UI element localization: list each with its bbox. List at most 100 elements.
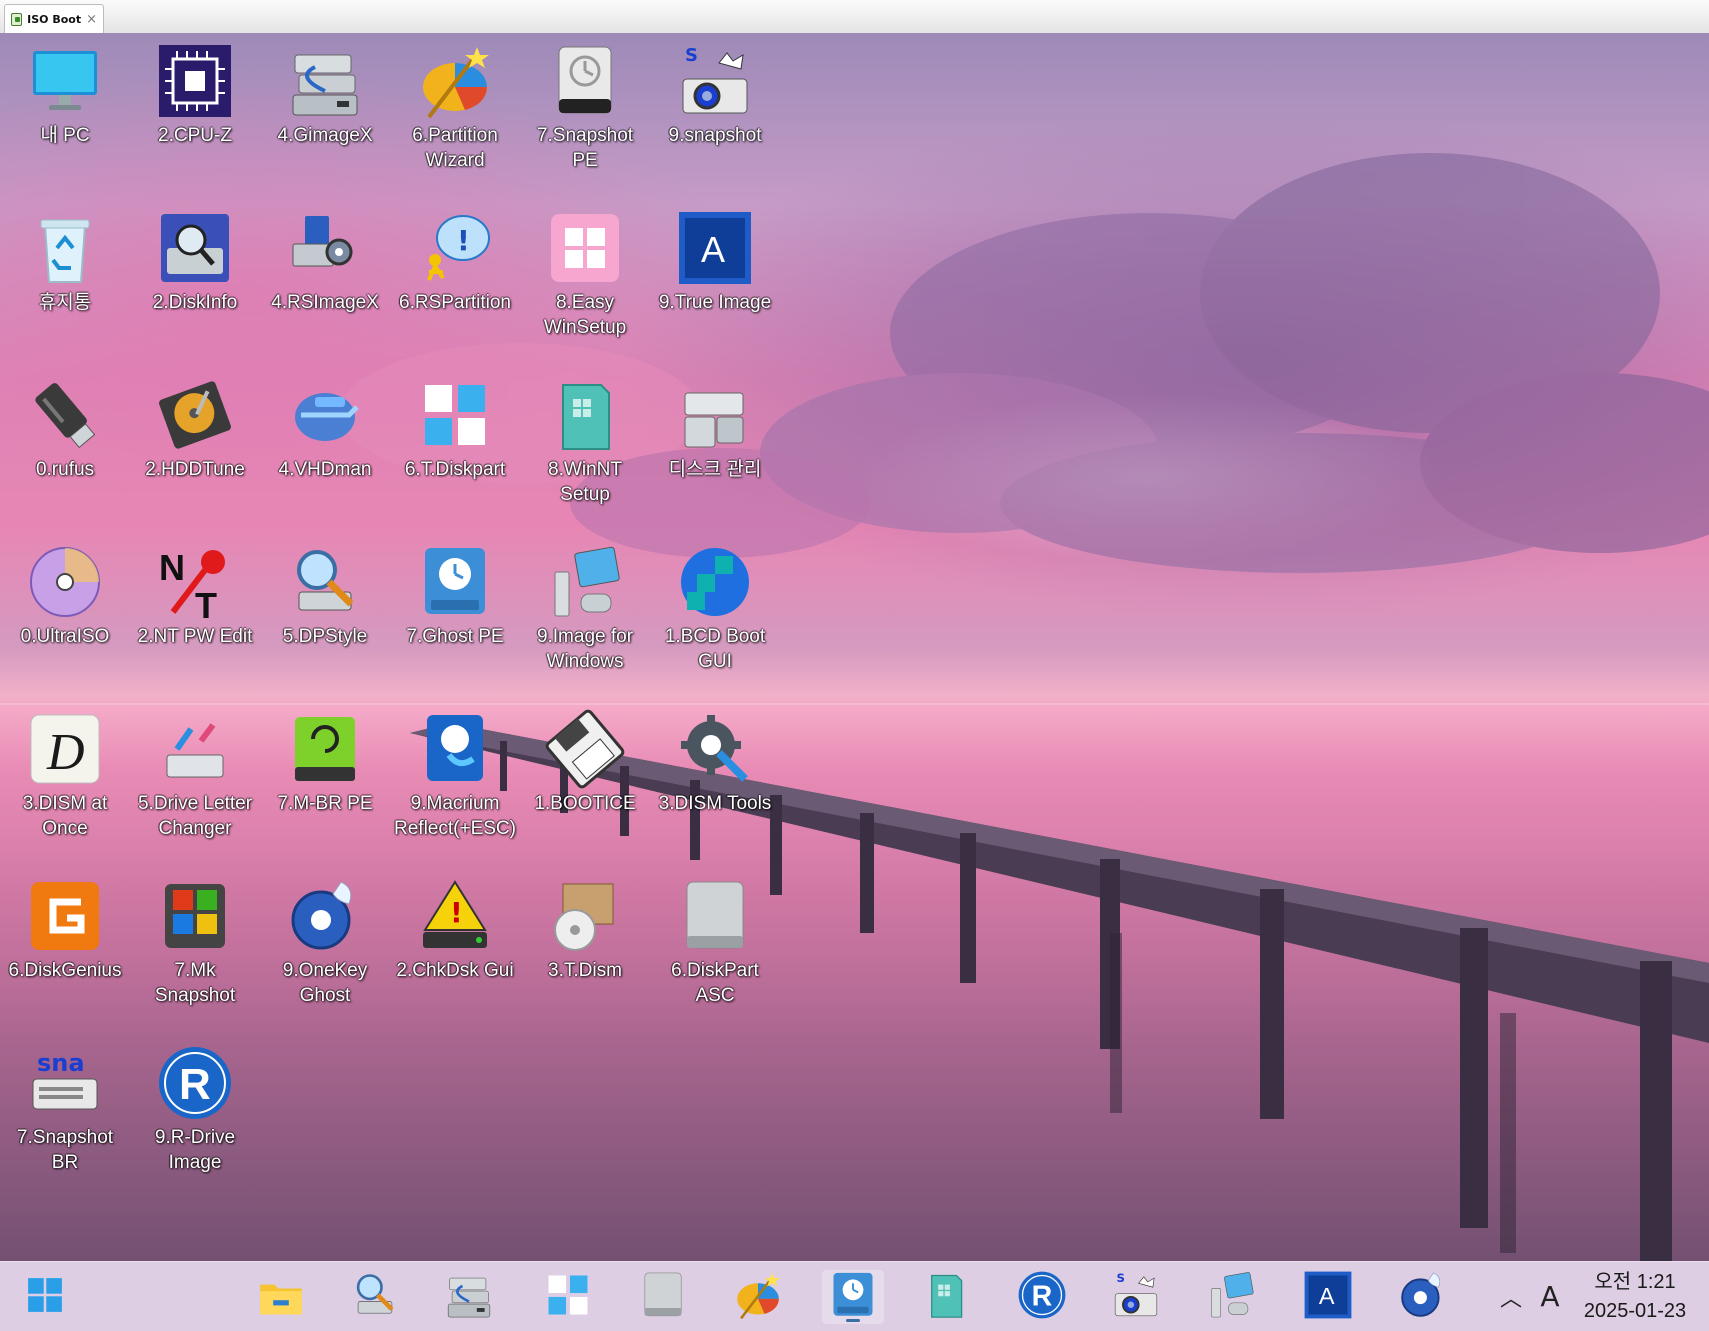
- desktop-icon-label: 0.UltraISO: [20, 626, 110, 647]
- desktop-icon[interactable]: 7.Snapshot PE: [523, 41, 647, 191]
- taskbar-button[interactable]: R: [1011, 1270, 1073, 1324]
- desktop-icon[interactable]: A 9.True Image: [653, 208, 777, 358]
- desktop-icon[interactable]: 디스크 관리: [653, 375, 777, 525]
- desktop-icon[interactable]: 8.Easy WinSetup: [523, 208, 647, 358]
- desktop-icon[interactable]: 5.DPStyle: [263, 542, 387, 692]
- desktop-icon-label: 4.GimageX: [277, 125, 373, 146]
- start-button[interactable]: [14, 1270, 76, 1324]
- r-drive-icon: R: [1016, 1269, 1068, 1325]
- desktop-icon[interactable]: 8.WinNT Setup: [523, 375, 647, 525]
- desktop-icon[interactable]: 3.T.Dism: [523, 876, 647, 1026]
- desktop-icon[interactable]: S 9.snapshot: [653, 41, 777, 191]
- svg-text:sna: sna: [37, 1049, 85, 1077]
- svg-text:A: A: [1319, 1283, 1335, 1309]
- desktop-icon[interactable]: 4.RSImageX: [263, 208, 387, 358]
- close-icon[interactable]: ×: [86, 13, 97, 26]
- desktop-icon[interactable]: 4.GimageX: [263, 41, 387, 191]
- desktop-icon-label: 3.DISM at Once: [22, 793, 108, 839]
- taskbar-button[interactable]: [822, 1270, 884, 1324]
- taskbar-button[interactable]: A: [1297, 1270, 1359, 1324]
- drive-letter-icon: [155, 709, 235, 789]
- desktop-icon-label: 9.OneKey Ghost: [282, 960, 368, 1006]
- desktop-icon-label: 6.DiskPart ASC: [671, 960, 759, 1006]
- drive-stack-icon: [285, 41, 365, 121]
- desktop-icon-label: 6.Partition Wizard: [412, 125, 498, 171]
- hard-disk-icon: [155, 375, 235, 455]
- taskbar-button[interactable]: [915, 1270, 977, 1324]
- usb-drive-icon: [25, 375, 105, 455]
- desktop-icon[interactable]: sna 7.Snapshot BR: [3, 1043, 127, 1193]
- drive-stack-icon: [443, 1269, 495, 1325]
- desktop-icon[interactable]: 2.HDDTune: [133, 375, 257, 525]
- desktop-icon[interactable]: 9.Macrium Reflect(+ESC): [393, 709, 517, 859]
- recycle-bin-icon: [25, 208, 105, 288]
- desktop-icon-label: 7.Ghost PE: [406, 626, 504, 647]
- tab-iso-boot[interactable]: ISO Boot ×: [4, 4, 104, 33]
- desktop-icon[interactable]: 0.rufus: [3, 375, 127, 525]
- partition-wizard-icon: [732, 1269, 784, 1325]
- desktop-icon[interactable]: 1.BOOTICE: [523, 709, 647, 859]
- desktop-icon[interactable]: 6.DiskPart ASC: [653, 876, 777, 1026]
- desktop-icon[interactable]: ! 2.ChkDsk Gui: [393, 876, 517, 1026]
- winnt-setup-icon: [920, 1269, 972, 1325]
- desktop-icon[interactable]: 1.BCD Boot GUI: [653, 542, 777, 692]
- taskbar-button[interactable]: S: [1105, 1270, 1167, 1324]
- desktop-icon-label: 8.Easy WinSetup: [543, 292, 627, 338]
- desktop-icon[interactable]: 9.OneKey Ghost: [263, 876, 387, 1026]
- desktop-icon[interactable]: 휴지통: [3, 208, 127, 358]
- system-clock[interactable]: 오전 1:21 2025-01-23: [1570, 1268, 1700, 1326]
- ghost-clock-drive-icon: [827, 1269, 879, 1325]
- desktop-icon[interactable]: 6.DiskGenius: [3, 876, 127, 1026]
- iso-boot-icon: [11, 12, 23, 26]
- four-squares-icon: [415, 375, 495, 455]
- desktop-icon[interactable]: 0.UltraISO: [3, 542, 127, 692]
- show-hidden-icons-chevron-icon[interactable]: ︿: [1496, 1262, 1526, 1331]
- desktop: 내 PC 2.CPU-Z 4.GimageX 6.Partition Wizard 7.…: [0, 33, 1709, 1261]
- desktop-icon[interactable]: R 9.R-Drive Image: [133, 1043, 257, 1193]
- desktop-icon-label: 9.Macrium Reflect(+ESC): [394, 793, 516, 839]
- nt-key-icon: NT: [155, 542, 235, 626]
- desktop-icon-label: 2.ChkDsk Gui: [396, 960, 514, 981]
- desktop-icon[interactable]: D 3.DISM at Once: [3, 709, 127, 859]
- desktop-icon[interactable]: ! 6.RSPartition: [393, 208, 517, 358]
- desktop-icon-label: 7.Mk Snapshot: [154, 960, 236, 1006]
- desktop-icon-label: 9.R-Drive Image: [154, 1127, 236, 1173]
- taskbar-button[interactable]: [632, 1270, 694, 1324]
- svg-text:T: T: [195, 585, 217, 622]
- desktop-icon[interactable]: 7.Mk Snapshot: [133, 876, 257, 1026]
- taskbar-button[interactable]: [344, 1270, 406, 1324]
- clock-time: 오전 1:21: [1594, 1271, 1676, 1293]
- desktop-icon[interactable]: 2.CPU-Z: [133, 41, 257, 191]
- onekey-ghost-icon: [1397, 1269, 1449, 1325]
- taskbar-button[interactable]: [1392, 1270, 1454, 1324]
- letter-d-icon: D: [25, 709, 105, 789]
- sna-drive-icon: sna: [25, 1043, 105, 1123]
- silver-drive-icon: [675, 876, 755, 956]
- desktop-icon[interactable]: 3.DISM Tools: [653, 709, 777, 859]
- box-disc-icon: [545, 876, 625, 956]
- desktop-icon[interactable]: 5.Drive Letter Changer: [133, 709, 257, 859]
- desktop-icon-label: 4.VHDman: [278, 459, 372, 480]
- desktop-icon[interactable]: 4.VHDman: [263, 375, 387, 525]
- svg-text:D: D: [46, 724, 85, 781]
- taskbar-button[interactable]: [1200, 1270, 1262, 1324]
- desktop-icon-label: 1.BOOTICE: [534, 793, 636, 814]
- svg-text:!: !: [450, 896, 463, 929]
- desktop-icon[interactable]: 2.DiskInfo: [133, 208, 257, 358]
- desktop-icon[interactable]: 7.Ghost PE: [393, 542, 517, 692]
- desktop-icon[interactable]: 6.Partition Wizard: [393, 41, 517, 191]
- desktop-icon[interactable]: 내 PC: [3, 41, 127, 191]
- taskbar-button[interactable]: [537, 1270, 599, 1324]
- desktop-icon[interactable]: N T 2.NT PW Edit: [133, 542, 257, 692]
- ime-indicator[interactable]: A: [1535, 1262, 1565, 1331]
- desktop-icon[interactable]: 9.Image for Windows: [523, 542, 647, 692]
- taskbar-button[interactable]: [727, 1270, 789, 1324]
- r-drive-icon: R: [155, 1043, 235, 1123]
- desktop-icon[interactable]: 7.M-BR PE: [263, 709, 387, 859]
- virtual-disk-icon: [285, 375, 365, 455]
- taskbar-button[interactable]: [438, 1270, 500, 1324]
- desktop-icon-label: 5.DPStyle: [282, 626, 368, 647]
- desktop-icon[interactable]: 6.T.Diskpart: [393, 375, 517, 525]
- desktop-icon-label: 0.rufus: [35, 459, 95, 480]
- taskbar-button[interactable]: [250, 1270, 312, 1324]
